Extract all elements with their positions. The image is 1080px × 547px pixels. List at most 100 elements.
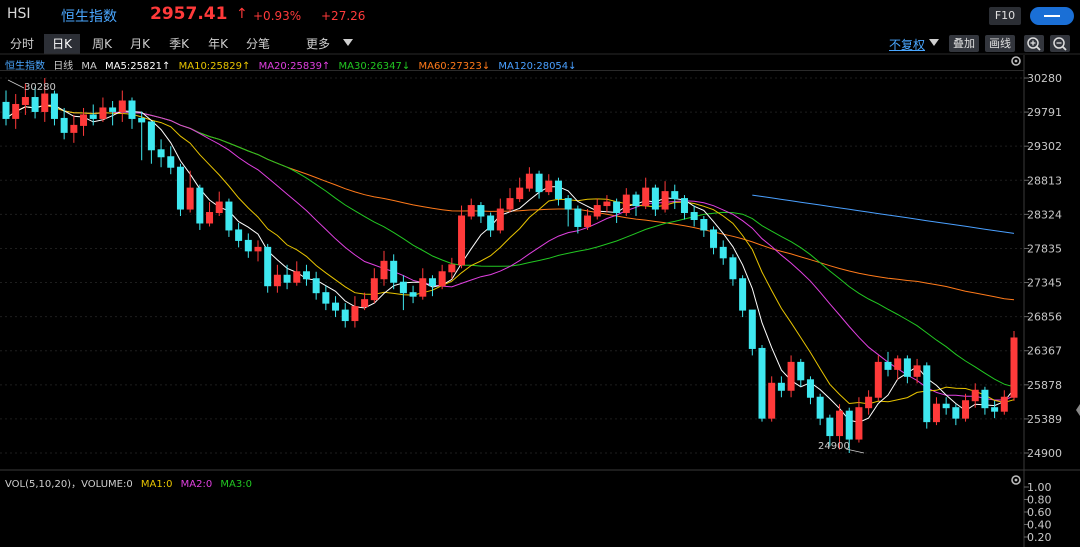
candle-body: [438, 271, 446, 287]
price-tick-label: 29302: [1027, 140, 1062, 153]
candle-body: [147, 121, 155, 151]
candle-body: [932, 403, 940, 423]
price-axis: 30280 29791 29302 28813 28324 27835 27345 26856…: [1024, 72, 1062, 460]
candle-body: [196, 187, 204, 224]
candle-body: [661, 191, 669, 210]
candle-body: [21, 97, 29, 105]
ma20-line: [5, 104, 1015, 401]
high-pointer: [7, 79, 25, 89]
candle-body: [700, 218, 708, 231]
legend-ma120: MA120:28054↓: [498, 61, 577, 72]
legend-vol-ma2: MA2:0: [180, 479, 213, 490]
candle-body: [157, 149, 165, 158]
candle-body: [758, 347, 766, 419]
high-annotation: 30280: [24, 82, 56, 93]
candle-body: [903, 358, 911, 377]
low-annotation: 24900: [818, 441, 850, 452]
candle-body: [564, 198, 572, 210]
candle-body: [50, 93, 58, 119]
candle-body: [302, 271, 310, 280]
legend-ma30: MA30:26347↓: [338, 61, 411, 72]
ma5-line: [5, 104, 1015, 423]
candle-body: [89, 114, 97, 119]
volume-settings-gear-icon[interactable]: [1011, 475, 1021, 485]
price-tick-label: 26856: [1027, 311, 1062, 324]
candle-body: [962, 400, 970, 419]
price-tick-label: 28324: [1027, 208, 1062, 221]
legend-index-name: 恒生指数: [5, 61, 45, 72]
candle-body: [351, 306, 359, 322]
candle-body: [2, 101, 10, 119]
candle-body: [690, 212, 698, 220]
candle-body: [390, 260, 398, 283]
candle-body: [855, 407, 863, 440]
candle-body: [496, 208, 504, 231]
candle-body: [31, 97, 39, 112]
candle-body: [894, 358, 902, 370]
candle-body: [865, 396, 873, 409]
candle-body: [642, 187, 650, 207]
candle-body: [613, 201, 621, 214]
candle-body: [632, 194, 640, 207]
volume-tick-label: 0.20: [1027, 531, 1052, 544]
candle-body: [806, 379, 814, 398]
legend-ma10: MA10:25829↑: [178, 61, 251, 72]
candle-body: [991, 407, 999, 412]
collapse-side-icon[interactable]: [1076, 404, 1080, 416]
legend-ma5: MA5:25821↑: [105, 61, 171, 72]
candle-body: [710, 229, 718, 248]
candle-body: [244, 239, 252, 252]
ma10-line: [5, 104, 1015, 405]
candle-body: [971, 389, 979, 402]
candle-body: [399, 281, 407, 294]
candle-body: [739, 278, 747, 311]
legend-vol: VOL(5,10,20): [5, 479, 72, 490]
candle-body: [525, 173, 533, 189]
legend-volume: ，VOLUME:0: [71, 479, 133, 490]
candle-body: [235, 229, 243, 241]
legend-ma: MA: [81, 61, 97, 72]
candle-body: [99, 107, 107, 119]
price-tick-label: 27345: [1027, 277, 1062, 290]
candle-body: [923, 365, 931, 423]
candle-body: [729, 257, 737, 280]
candle-body: [516, 187, 524, 200]
candle-body: [138, 117, 146, 123]
candle-body: [41, 93, 49, 112]
candle-body: [80, 114, 88, 126]
price-tick-label: 29791: [1027, 106, 1062, 119]
candle-body: [254, 246, 262, 252]
candle-body: [680, 198, 688, 214]
candle-body: [458, 215, 466, 266]
candle-body: [554, 180, 562, 200]
candle-body: [836, 410, 844, 437]
candle-body: [942, 403, 950, 409]
candle-body: [845, 410, 853, 440]
candle-body: [176, 166, 184, 210]
candle-body: [467, 205, 475, 217]
candle-body: [70, 124, 78, 133]
candle-body: [409, 292, 417, 297]
price-tick-label: 25389: [1027, 413, 1062, 426]
candle-body: [128, 100, 136, 119]
candle-body: [1000, 396, 1008, 412]
legend-ma20: MA20:25839↑: [258, 61, 331, 72]
price-tick-label: 28813: [1027, 174, 1062, 187]
volume-tick-label: 1.00: [1027, 481, 1052, 494]
candle-body: [419, 278, 427, 297]
candle-body: [913, 365, 921, 377]
candle-body: [816, 396, 824, 419]
volume-tick-label: 0.40: [1027, 519, 1052, 532]
candle-body: [622, 194, 630, 214]
candle-body: [671, 191, 679, 200]
kline-chart[interactable]: 30280 29791 29302 28813 28324 27835 27345 26856…: [0, 0, 1080, 547]
candle-body: [545, 180, 553, 193]
settings-gear-icon[interactable]: [1011, 56, 1021, 66]
candle-body: [535, 173, 543, 193]
candle-body: [206, 212, 214, 224]
ma30-line: [5, 104, 1015, 388]
candle-body: [797, 361, 805, 381]
price-tick-label: 24900: [1027, 447, 1062, 460]
candle-body: [874, 361, 882, 398]
candle-body: [273, 274, 281, 287]
